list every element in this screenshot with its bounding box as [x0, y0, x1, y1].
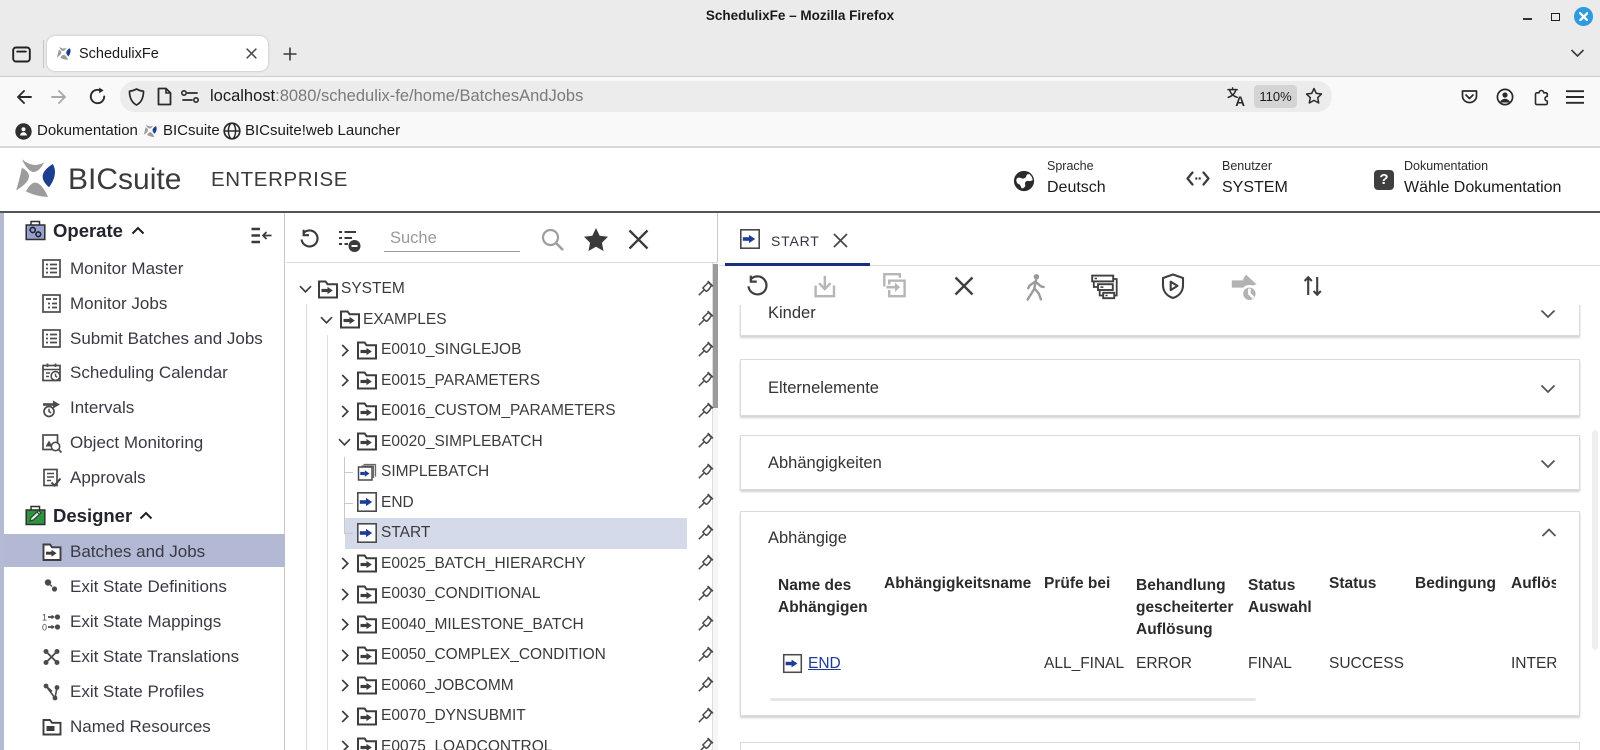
svg-text:A: A — [1235, 94, 1245, 107]
svg-text:0: 0 — [42, 623, 47, 633]
svg-text:1: 1 — [42, 613, 47, 623]
